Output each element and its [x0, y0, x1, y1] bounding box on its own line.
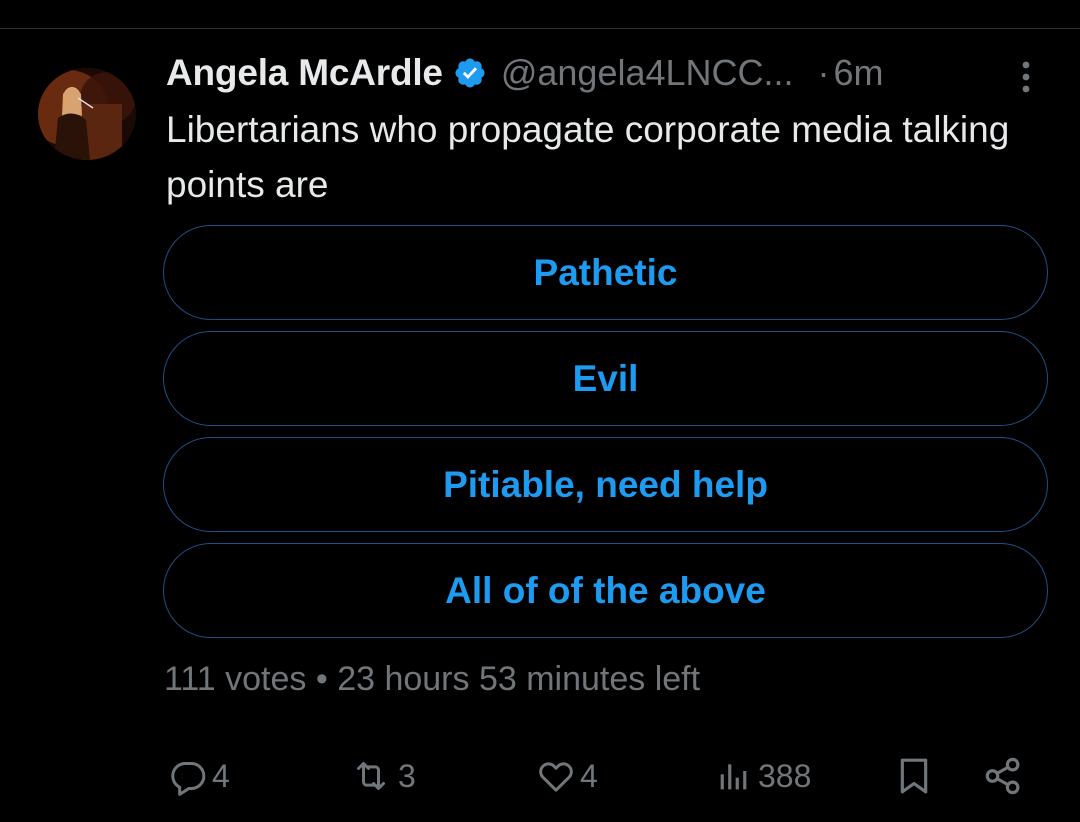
- like-button[interactable]: 4: [536, 750, 598, 802]
- author-handle[interactable]: @angela4LNCC...: [501, 52, 794, 94]
- more-vertical-icon[interactable]: [1016, 58, 1036, 96]
- heart-icon: [539, 762, 573, 792]
- author-avatar[interactable]: [38, 68, 136, 160]
- avatar-photo: [38, 68, 136, 160]
- separator-dot: ·: [817, 52, 830, 93]
- poll-option-all-of-the-above[interactable]: All of of the above: [163, 543, 1048, 638]
- bookmark-icon: [900, 758, 928, 794]
- top-divider: [0, 28, 1080, 29]
- poll-option-evil[interactable]: Evil: [163, 331, 1048, 426]
- repost-icon: [357, 762, 385, 790]
- views-chart-icon: [720, 764, 747, 790]
- tweet-text: Libertarians who propagate corporate med…: [166, 109, 1010, 205]
- action-bar: 4 3 4 388: [166, 750, 1026, 802]
- bookmark-button[interactable]: [894, 750, 934, 802]
- repost-count: 3: [398, 757, 416, 794]
- poll-option-pitiable[interactable]: Pitiable, need help: [163, 437, 1048, 532]
- timestamp[interactable]: 6m: [834, 52, 884, 94]
- share-button[interactable]: [982, 750, 1024, 802]
- verified-badge-icon: [453, 56, 487, 90]
- like-count: 4: [580, 757, 598, 794]
- reply-icon: [171, 762, 206, 796]
- reply-count: 4: [212, 757, 230, 794]
- views-count: 388: [758, 757, 812, 794]
- poll-option-pathetic[interactable]: Pathetic: [163, 225, 1048, 320]
- poll: Pathetic Evil Pitiable, need help All of…: [163, 225, 1048, 649]
- reply-button[interactable]: 4: [168, 750, 230, 802]
- share-icon: [985, 757, 1020, 795]
- views-button[interactable]: 388: [714, 750, 811, 802]
- tweet-header: Angela McArdle @angela4LNCC... · 6m: [166, 50, 1046, 96]
- author-name[interactable]: Angela McArdle: [166, 52, 443, 94]
- repost-button[interactable]: 3: [348, 750, 416, 802]
- poll-meta: 111 votes • 23 hours 53 minutes left: [164, 660, 701, 698]
